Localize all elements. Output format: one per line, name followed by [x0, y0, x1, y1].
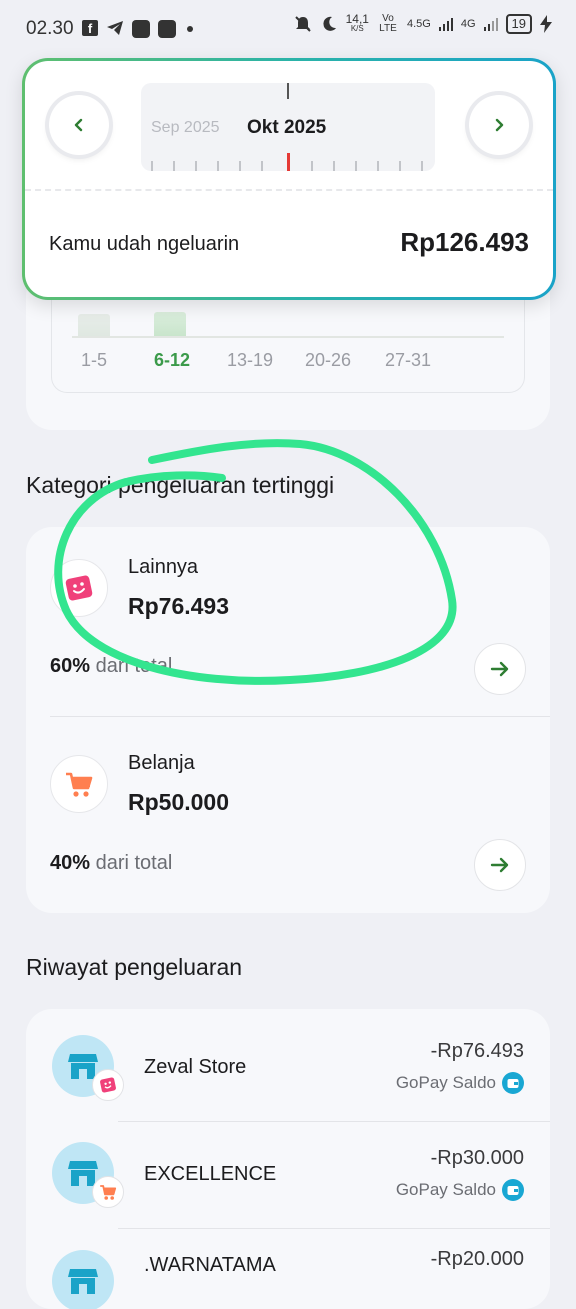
ruler-tick [333, 161, 335, 171]
top-categories-card: Lainnya Rp76.493 60% dari total Belanja … [26, 527, 550, 913]
ruler-tick [311, 161, 313, 171]
week-bar-active [154, 312, 186, 336]
category-amount: Rp50.000 [128, 789, 230, 815]
category-percent: 40% dari total [50, 852, 173, 874]
smiley-tag-icon [65, 575, 93, 601]
arrow-right-icon [490, 857, 509, 873]
merchant-name: .WARNATAMA [144, 1254, 276, 1276]
merchant-name: EXCELLENCE [144, 1163, 277, 1185]
category-item-lainnya[interactable]: Lainnya Rp76.493 60% dari total [26, 527, 550, 716]
ruler-tick [151, 161, 153, 171]
status-right: 14,1 K/S Vo LTE 4.5G 4G 19 [294, 12, 552, 34]
network-type-2: 4G [460, 18, 476, 30]
category-icon [50, 559, 108, 617]
chevron-right-icon [495, 118, 504, 132]
transaction-amount: -Rp30.000 [430, 1147, 524, 1169]
ruler-tick [421, 161, 423, 171]
ruler-current-tick [287, 153, 290, 171]
ruler-tick [399, 161, 401, 171]
ruler-tick [355, 161, 357, 171]
merchant-name: Zeval Store [144, 1056, 247, 1078]
next-month-button[interactable] [469, 95, 529, 155]
store-icon [68, 1269, 98, 1294]
transaction-row[interactable]: EXCELLENCE -Rp30.000 GoPay Saldo [26, 1122, 550, 1228]
current-month-label: Okt 2025 [247, 117, 327, 138]
divider [25, 189, 553, 191]
ruler-tick [239, 161, 241, 171]
status-bar: 02.30 f 14,1 K/S Vo LTE 4.5G 4G 19 [0, 0, 576, 56]
history-title: Riwayat pengeluaran [26, 954, 243, 980]
shopping-cart-icon [100, 1185, 117, 1200]
ruler-tick [261, 161, 263, 171]
more-notifications-dot [187, 26, 193, 32]
transaction-amount: -Rp20.000 [430, 1248, 524, 1270]
category-name: Lainnya [128, 556, 199, 578]
history-card: Zeval Store -Rp76.493 GoPay Saldo EXCELL… [26, 1009, 550, 1309]
category-badge [92, 1069, 124, 1101]
ruler-tick [195, 161, 197, 171]
transaction-row[interactable]: .WARNATAMA -Rp20.000 [26, 1229, 550, 1309]
moon-icon [323, 16, 336, 31]
month-ruler[interactable]: Sep 2025 Okt 2025 [141, 83, 435, 171]
week-tab-5[interactable]: 27-31 [378, 350, 438, 371]
wallet-icon [502, 1179, 524, 1201]
ruler-tick [377, 161, 379, 171]
app-notification-icon [158, 20, 176, 38]
week-tab-1[interactable]: 1-5 [64, 350, 124, 371]
bell-muted-icon [294, 16, 311, 32]
top-categories-title: Kategori pengeluaran tertinggi [26, 472, 335, 498]
payment-method: GoPay Saldo [396, 1179, 524, 1201]
network-speed: 14,1 K/S [345, 12, 369, 33]
spent-amount: Rp126.493 [400, 227, 529, 257]
telegram-icon [107, 21, 123, 35]
charging-icon [540, 15, 552, 33]
prev-month-button[interactable] [49, 95, 109, 155]
category-amount: Rp76.493 [128, 593, 230, 619]
status-time: 02.30 [26, 18, 74, 39]
transaction-amount: -Rp76.493 [430, 1040, 524, 1062]
chevron-left-icon [74, 118, 83, 132]
ruler-indicator [287, 83, 289, 99]
category-name: Belanja [128, 752, 195, 774]
week-tab-4[interactable]: 20-26 [298, 350, 358, 371]
transaction-row[interactable]: Zeval Store -Rp76.493 GoPay Saldo [26, 1009, 550, 1121]
arrow-right-icon [490, 661, 509, 677]
signal-icon [438, 18, 453, 31]
category-detail-button[interactable] [474, 839, 526, 891]
smiley-tag-icon [100, 1077, 116, 1093]
ruler-tick [217, 161, 219, 171]
week-tab-3[interactable]: 13-19 [220, 350, 280, 371]
signal-icon [483, 18, 498, 31]
wallet-icon [502, 1072, 524, 1094]
week-bar [78, 314, 110, 336]
category-badge [92, 1176, 124, 1208]
previous-month-label[interactable]: Sep 2025 [151, 119, 220, 137]
category-icon [50, 755, 108, 813]
chart-baseline [72, 336, 504, 338]
shopping-cart-icon [66, 772, 93, 797]
category-percent: 60% dari total [50, 655, 173, 677]
payment-method: GoPay Saldo [396, 1072, 524, 1094]
category-item-belanja[interactable]: Belanja Rp50.000 40% dari total [26, 717, 550, 913]
app-notification-icon [132, 20, 150, 38]
facebook-icon: f [82, 20, 98, 36]
week-tab-2[interactable]: 6-12 [142, 350, 202, 371]
category-detail-button[interactable] [474, 643, 526, 695]
network-type-1: 4.5G [406, 18, 431, 30]
volte-indicator: Vo LTE [379, 13, 397, 34]
battery-indicator: 19 [505, 14, 532, 34]
month-summary-card: Sep 2025 Okt 2025 Kamu udah ngeluarin Rp… [22, 58, 556, 300]
spent-label: Kamu udah ngeluarin [49, 233, 240, 255]
ruler-tick [173, 161, 175, 171]
